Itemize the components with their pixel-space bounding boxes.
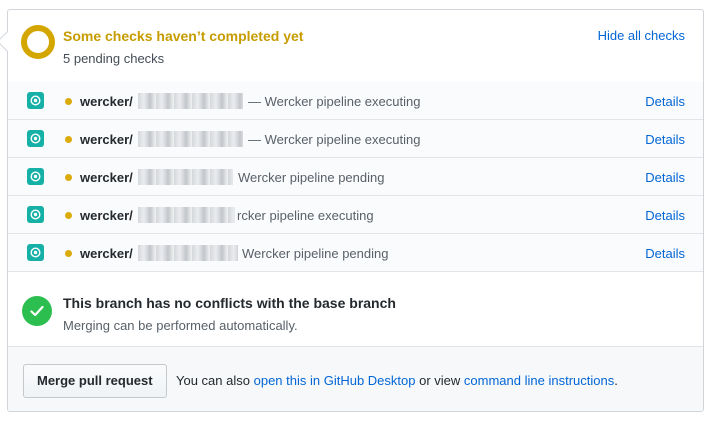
merge-text-suffix: . [614,373,618,388]
check-row: wercker/ — Wercker pipeline executing De… [8,82,703,120]
redacted-text [138,207,235,223]
pending-dot-icon [65,250,72,257]
checks-status-title: Some checks haven’t completed yet [63,28,304,44]
merge-status-title: This branch has no conflicts with the ba… [63,295,396,311]
merge-text-prefix: You can also [176,373,250,388]
wercker-app-icon [27,244,44,261]
check-name: wercker/ [80,208,133,223]
checks-status-subtitle: 5 pending checks [63,51,165,66]
check-details-link[interactable]: Details [645,170,685,185]
redacted-text [138,93,243,109]
pending-dot-icon [65,98,72,105]
check-row: wercker/ Wercker pipeline pending Detail… [8,158,703,196]
check-name: wercker/ [80,132,133,147]
checks-header: Some checks haven’t completed yet 5 pend… [8,10,703,83]
check-details-link[interactable]: Details [645,132,685,147]
check-circle-icon [22,296,52,326]
checks-list: wercker/ — Wercker pipeline executing De… [8,82,703,272]
redacted-text [138,131,243,147]
check-description: Wercker pipeline pending [242,246,389,261]
check-row: wercker/ rcker pipeline executing Detail… [8,196,703,234]
check-description: — Wercker pipeline executing [248,132,421,147]
check-row: wercker/ — Wercker pipeline executing De… [8,120,703,158]
hide-all-checks-link[interactable]: Hide all checks [598,28,685,43]
merge-action-area: Merge pull request You can also open thi… [8,347,703,411]
check-details-link[interactable]: Details [645,208,685,223]
merge-pull-request-button[interactable]: Merge pull request [23,364,167,398]
redacted-text [138,169,233,185]
pending-dot-icon [65,212,72,219]
merge-box: Some checks haven’t completed yet 5 pend… [0,9,704,412]
check-description: rcker pipeline executing [237,208,374,223]
check-description: — Wercker pipeline executing [248,94,421,109]
merge-text-middle: or view [419,373,461,388]
check-description: Wercker pipeline pending [238,170,385,185]
pending-dot-icon [65,174,72,181]
command-line-instructions-link[interactable]: command line instructions [464,373,614,388]
merge-status-subtitle: Merging can be performed automatically. [63,318,298,333]
check-details-link[interactable]: Details [645,246,685,261]
wercker-app-icon [27,92,44,109]
open-github-desktop-link[interactable]: open this in GitHub Desktop [254,373,416,388]
check-details-link[interactable]: Details [645,94,685,109]
merge-status-section: This branch has no conflicts with the ba… [8,276,703,347]
wercker-app-icon [27,130,44,147]
check-name: wercker/ [80,246,133,261]
merge-alternatives-text: You can also open this in GitHub Desktop… [176,373,618,388]
pending-ring-icon [21,25,55,59]
redacted-text [138,245,238,261]
pending-dot-icon [65,136,72,143]
check-row: wercker/ Wercker pipeline pending Detail… [8,234,703,272]
wercker-app-icon [27,206,44,223]
wercker-app-icon [27,168,44,185]
check-name: wercker/ [80,170,133,185]
check-name: wercker/ [80,94,133,109]
